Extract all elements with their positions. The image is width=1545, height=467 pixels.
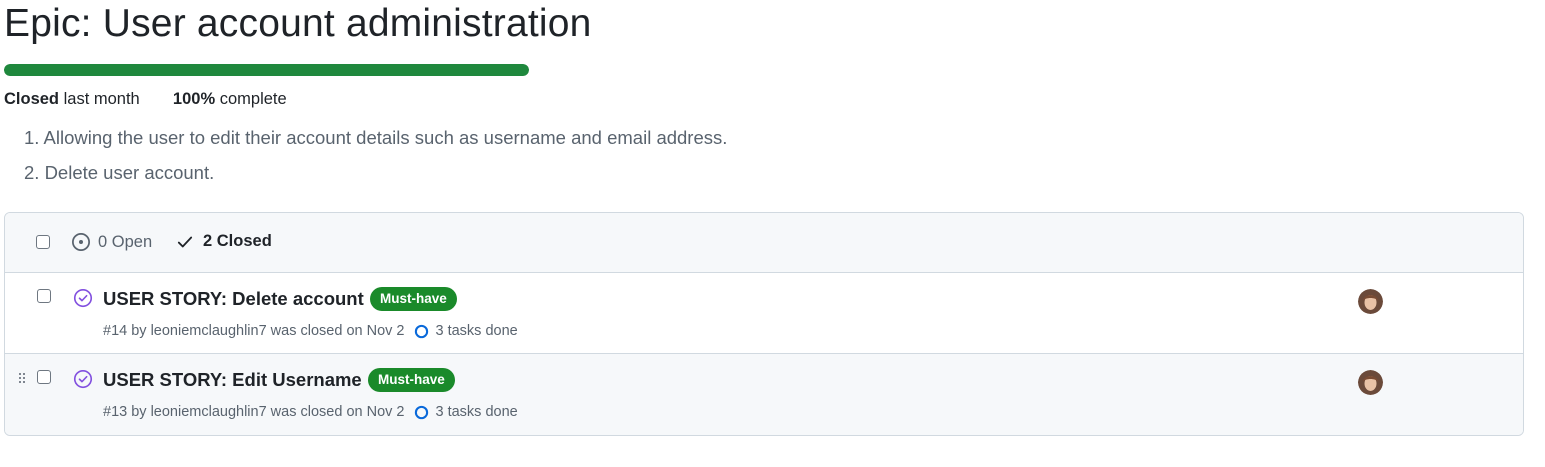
progress-bar-fill — [4, 64, 529, 76]
issue-opened-icon — [72, 233, 90, 251]
issue-row[interactable]: USER STORY: Delete account Must-have #14… — [5, 273, 1523, 354]
progress-bar — [4, 64, 529, 76]
task-progress-ring-icon — [415, 405, 429, 419]
drag-handle-icon[interactable] — [18, 372, 26, 384]
issue-closed-completed-icon — [73, 288, 93, 308]
issue-number: #13 — [103, 404, 128, 420]
status-when: last month — [63, 90, 140, 108]
percent-suffix: complete — [219, 90, 287, 108]
avatar-photo-icon — [1358, 289, 1383, 314]
issues-panel: 0 Open 2 Closed USER STORY: Delete accou… — [4, 212, 1524, 436]
label-must-have[interactable]: Must-have — [370, 287, 457, 311]
filter-closed-tab[interactable]: 2 Closed — [176, 232, 272, 251]
milestone-meta: Closed last month 100% complete — [4, 90, 287, 109]
issue-meta: #14 by leoniemclaughlin7 was closed on N… — [103, 323, 518, 339]
issue-checkbox[interactable] — [37, 370, 51, 384]
issue-title-link[interactable]: USER STORY: Delete account — [103, 288, 364, 310]
issue-closed-completed-icon — [73, 369, 93, 389]
status-word: Closed — [4, 90, 60, 108]
label-must-have[interactable]: Must-have — [368, 368, 455, 392]
assignee-avatar[interactable] — [1358, 370, 1383, 395]
epic-description: 1. Allowing the user to edit their accou… — [24, 126, 727, 196]
issue-row[interactable]: USER STORY: Edit Username Must-have #13 … — [5, 354, 1523, 435]
avatar-photo-icon — [1358, 370, 1383, 395]
assignee-avatar[interactable] — [1358, 289, 1383, 314]
description-item: 1. Allowing the user to edit their accou… — [24, 127, 728, 148]
issue-meta: #13 by leoniemclaughlin7 was closed on N… — [103, 404, 518, 420]
issues-panel-header: 0 Open 2 Closed — [5, 213, 1523, 273]
open-count-label: 0 Open — [98, 232, 153, 251]
description-item: 2. Delete user account. — [24, 162, 215, 183]
issue-number: #14 — [103, 323, 128, 339]
closed-count-label: 2 Closed — [203, 232, 272, 250]
issue-closed-by: by leoniemclaughlin7 was closed on Nov 2 — [131, 323, 405, 339]
tasks-done-label: 3 tasks done — [435, 323, 518, 339]
task-progress-ring-icon — [415, 324, 429, 338]
percent-value: 100% — [172, 90, 216, 108]
issue-closed-by: by leoniemclaughlin7 was closed on Nov 2 — [131, 404, 405, 420]
filter-open-tab[interactable]: 0 Open — [71, 232, 152, 252]
epic-title: Epic: User account administration — [4, 2, 592, 45]
tasks-done-label: 3 tasks done — [435, 404, 518, 420]
select-all-checkbox[interactable] — [36, 235, 50, 249]
tasks-progress[interactable]: 3 tasks done — [414, 323, 518, 339]
tasks-progress[interactable]: 3 tasks done — [414, 404, 518, 420]
issue-checkbox[interactable] — [37, 289, 51, 303]
check-icon — [177, 236, 193, 247]
issue-title-link[interactable]: USER STORY: Edit Username — [103, 369, 362, 391]
